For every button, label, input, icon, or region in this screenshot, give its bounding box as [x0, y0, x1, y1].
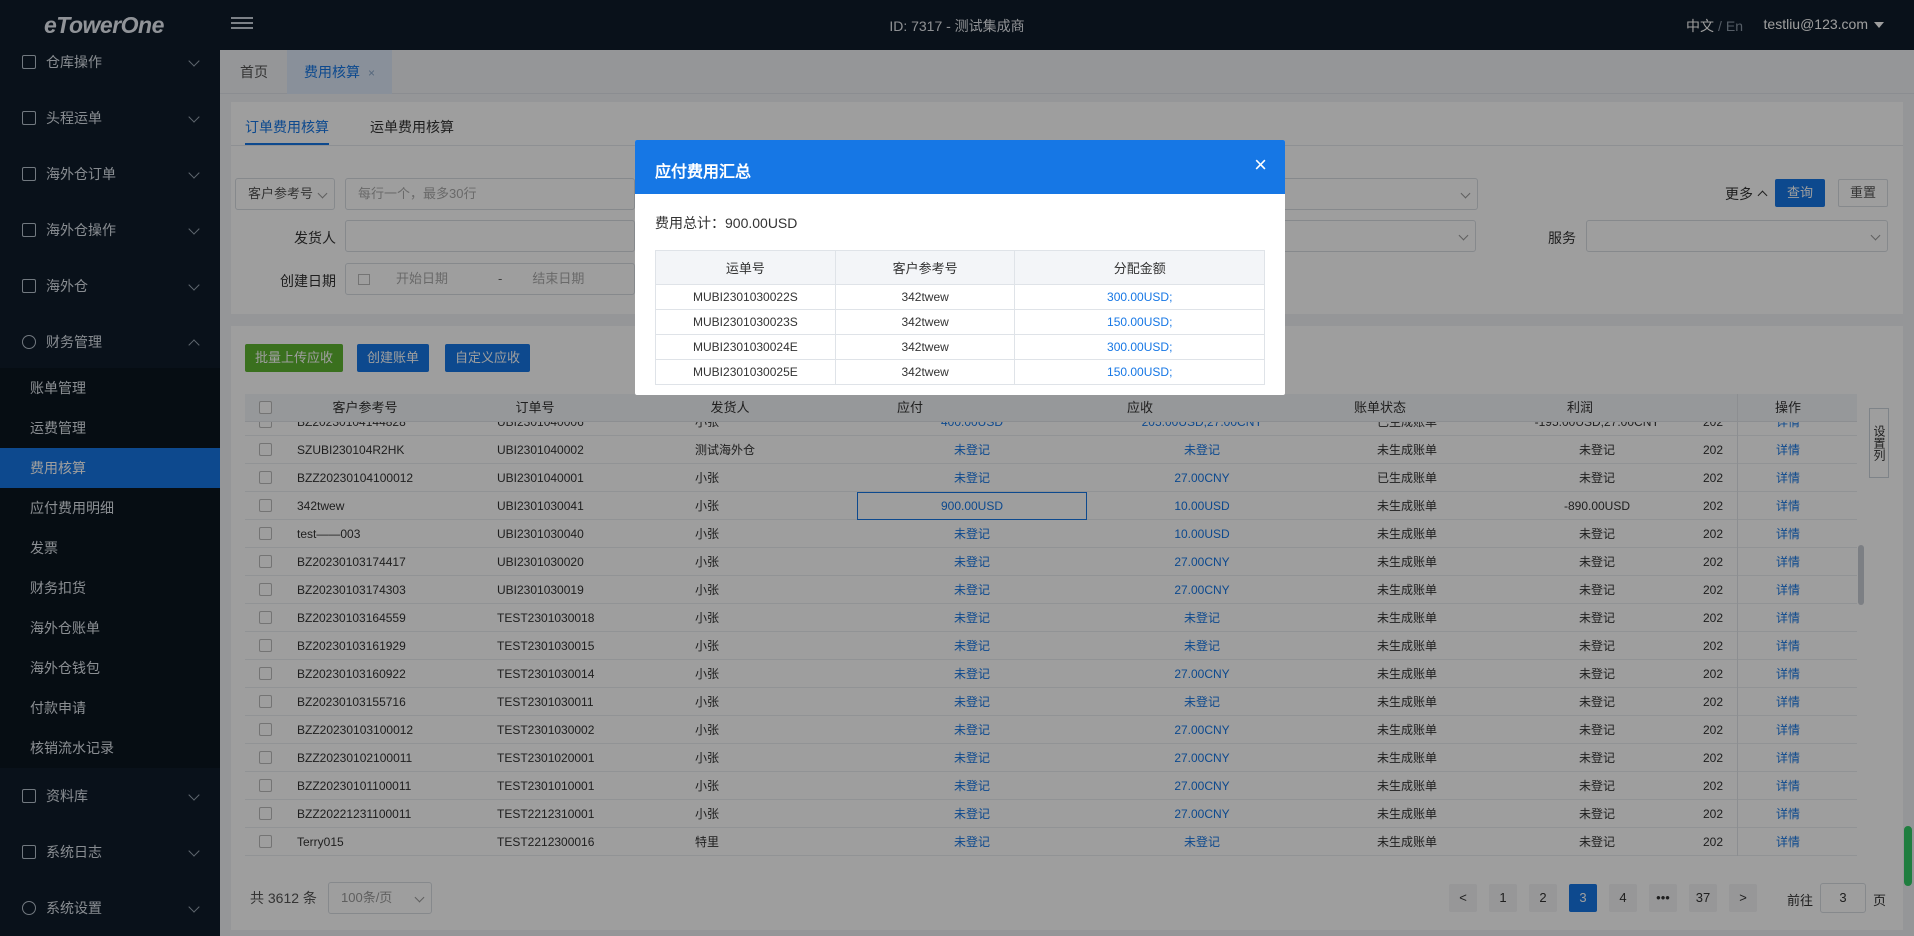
- th-waybill: 运单号: [655, 250, 836, 285]
- modal-total: 费用总计：900.00USD: [655, 215, 798, 231]
- th-ref: 客户参考号: [834, 250, 1016, 285]
- modal-title: 应付费用汇总: [655, 164, 752, 181]
- modal-row: MUBI2301030022S 342twew 300.00USD;: [655, 284, 1265, 310]
- ref-cell: 342twew: [834, 334, 1016, 360]
- th-amount: 分配金额: [1014, 250, 1265, 285]
- waybill-cell: MUBI2301030025E: [655, 359, 836, 385]
- modal-header: 应付费用汇总 ×: [635, 140, 1285, 194]
- amount-cell: 150.00USD;: [1014, 359, 1265, 385]
- waybill-cell: MUBI2301030023S: [655, 309, 836, 335]
- modal-row: MUBI2301030025E 342twew 150.00USD;: [655, 359, 1265, 385]
- waybill-cell: MUBI2301030024E: [655, 334, 836, 360]
- modal-row: MUBI2301030024E 342twew 300.00USD;: [655, 334, 1265, 360]
- amount-cell: 150.00USD;: [1014, 309, 1265, 335]
- modal-row: MUBI2301030023S 342twew 150.00USD;: [655, 309, 1265, 335]
- ref-cell: 342twew: [834, 309, 1016, 335]
- payable-summary-modal: 应付费用汇总 × 费用总计：900.00USD 运单号 客户参考号 分配金额 M…: [635, 140, 1285, 395]
- amount-cell: 300.00USD;: [1014, 334, 1265, 360]
- ref-cell: 342twew: [834, 284, 1016, 310]
- ref-cell: 342twew: [834, 359, 1016, 385]
- close-icon[interactable]: ×: [1254, 154, 1267, 176]
- waybill-cell: MUBI2301030022S: [655, 284, 836, 310]
- amount-cell: 300.00USD;: [1014, 284, 1265, 310]
- modal-table: 运单号 客户参考号 分配金额 MUBI2301030022S 342twew 300…: [655, 250, 1265, 385]
